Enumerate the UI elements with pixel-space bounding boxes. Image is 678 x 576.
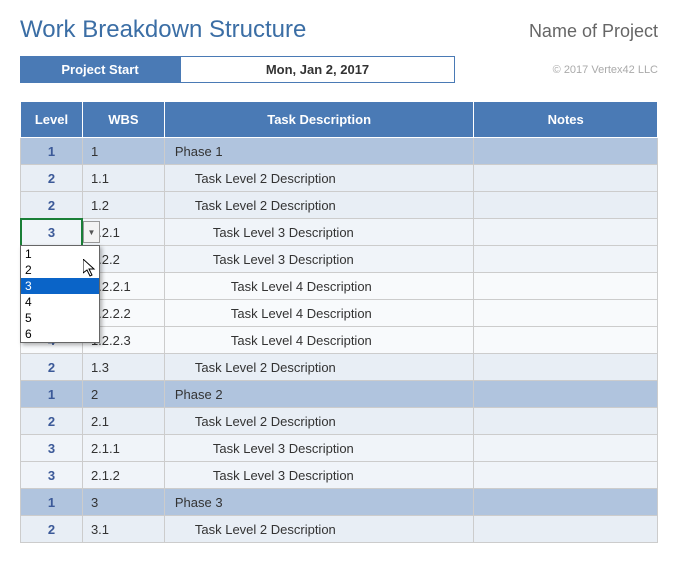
level-cell[interactable]: 2 [21, 516, 83, 543]
task-cell[interactable]: Task Level 3 Description [164, 435, 473, 462]
wbs-cell[interactable]: 1 [82, 138, 164, 165]
wbs-cell[interactable]: 2.1 [82, 408, 164, 435]
task-cell[interactable]: Task Level 2 Description [164, 192, 473, 219]
table-row: 1.2.2.2Task Level 4 Description [21, 300, 658, 327]
dropdown-option[interactable]: 1 [21, 246, 99, 262]
table-row: 1.2.2Task Level 3 Description [21, 246, 658, 273]
table-row: 23.1Task Level 2 Description [21, 516, 658, 543]
task-cell[interactable]: Task Level 3 Description [164, 462, 473, 489]
level-cell[interactable]: 1 [21, 381, 83, 408]
level-cell[interactable]: 3▼123456 [21, 219, 83, 246]
table-row: 13Phase 3 [21, 489, 658, 516]
table-row: 22.1Task Level 2 Description [21, 408, 658, 435]
wbs-cell[interactable]: 3 [82, 489, 164, 516]
level-cell[interactable]: 2 [21, 192, 83, 219]
task-cell[interactable]: Task Level 2 Description [164, 354, 473, 381]
wbs-cell[interactable]: 1.3 [82, 354, 164, 381]
notes-cell[interactable] [474, 327, 658, 354]
col-header-level[interactable]: Level [21, 102, 83, 138]
task-cell[interactable]: Task Level 3 Description [164, 219, 473, 246]
dropdown-option[interactable]: 4 [21, 294, 99, 310]
task-cell[interactable]: Phase 2 [164, 381, 473, 408]
dropdown-option[interactable]: 6 [21, 326, 99, 342]
notes-cell[interactable] [474, 489, 658, 516]
level-cell[interactable]: 2 [21, 408, 83, 435]
level-cell[interactable]: 2 [21, 354, 83, 381]
level-cell[interactable]: 1 [21, 489, 83, 516]
notes-cell[interactable] [474, 300, 658, 327]
table-row: 1.2.2.1Task Level 4 Description [21, 273, 658, 300]
wbs-cell[interactable]: 2 [82, 381, 164, 408]
dropdown-arrow-icon[interactable]: ▼ [83, 221, 100, 243]
wbs-cell[interactable]: 1.1 [82, 165, 164, 192]
project-name: Name of Project [529, 21, 658, 42]
col-header-notes[interactable]: Notes [474, 102, 658, 138]
table-row: 3▼1234561.2.1Task Level 3 Description [21, 219, 658, 246]
level-cell[interactable]: 2 [21, 165, 83, 192]
page-title: Work Breakdown Structure [20, 16, 306, 44]
notes-cell[interactable] [474, 273, 658, 300]
level-cell[interactable]: 3 [21, 462, 83, 489]
project-start-date[interactable]: Mon, Jan 2, 2017 [180, 56, 455, 83]
notes-cell[interactable] [474, 246, 658, 273]
task-cell[interactable]: Task Level 2 Description [164, 165, 473, 192]
wbs-cell[interactable]: 2.1.1 [82, 435, 164, 462]
dropdown-option[interactable]: 3 [21, 278, 99, 294]
level-cell[interactable]: 1 [21, 138, 83, 165]
wbs-cell[interactable]: 1.2 [82, 192, 164, 219]
task-cell[interactable]: Phase 3 [164, 489, 473, 516]
col-header-task[interactable]: Task Description [164, 102, 473, 138]
dropdown-option[interactable]: 5 [21, 310, 99, 326]
task-cell[interactable]: Task Level 4 Description [164, 273, 473, 300]
dropdown-option[interactable]: 2 [21, 262, 99, 278]
wbs-table: Level WBS Task Description Notes 11Phase… [20, 101, 658, 543]
notes-cell[interactable] [474, 462, 658, 489]
col-header-wbs[interactable]: WBS [82, 102, 164, 138]
wbs-cell[interactable]: 3.1 [82, 516, 164, 543]
notes-cell[interactable] [474, 165, 658, 192]
level-dropdown: 123456 [20, 245, 100, 343]
table-row: 11Phase 1 [21, 138, 658, 165]
notes-cell[interactable] [474, 219, 658, 246]
notes-cell[interactable] [474, 138, 658, 165]
level-cell[interactable]: 3 [21, 435, 83, 462]
copyright-text: © 2017 Vertex42 LLC [553, 64, 658, 76]
notes-cell[interactable] [474, 435, 658, 462]
task-cell[interactable]: Task Level 3 Description [164, 246, 473, 273]
task-cell[interactable]: Task Level 4 Description [164, 300, 473, 327]
notes-cell[interactable] [474, 192, 658, 219]
task-cell[interactable]: Task Level 2 Description [164, 408, 473, 435]
wbs-cell[interactable]: 2.1.2 [82, 462, 164, 489]
table-row: 21.2Task Level 2 Description [21, 192, 658, 219]
table-row: 12Phase 2 [21, 381, 658, 408]
notes-cell[interactable] [474, 408, 658, 435]
task-cell[interactable]: Task Level 4 Description [164, 327, 473, 354]
project-start-label: Project Start [20, 56, 180, 83]
table-row: 32.1.1Task Level 3 Description [21, 435, 658, 462]
notes-cell[interactable] [474, 354, 658, 381]
table-row: 21.1Task Level 2 Description [21, 165, 658, 192]
notes-cell[interactable] [474, 381, 658, 408]
notes-cell[interactable] [474, 516, 658, 543]
task-cell[interactable]: Task Level 2 Description [164, 516, 473, 543]
table-row: 32.1.2Task Level 3 Description [21, 462, 658, 489]
table-row: 41.2.2.3Task Level 4 Description [21, 327, 658, 354]
table-row: 21.3Task Level 2 Description [21, 354, 658, 381]
task-cell[interactable]: Phase 1 [164, 138, 473, 165]
